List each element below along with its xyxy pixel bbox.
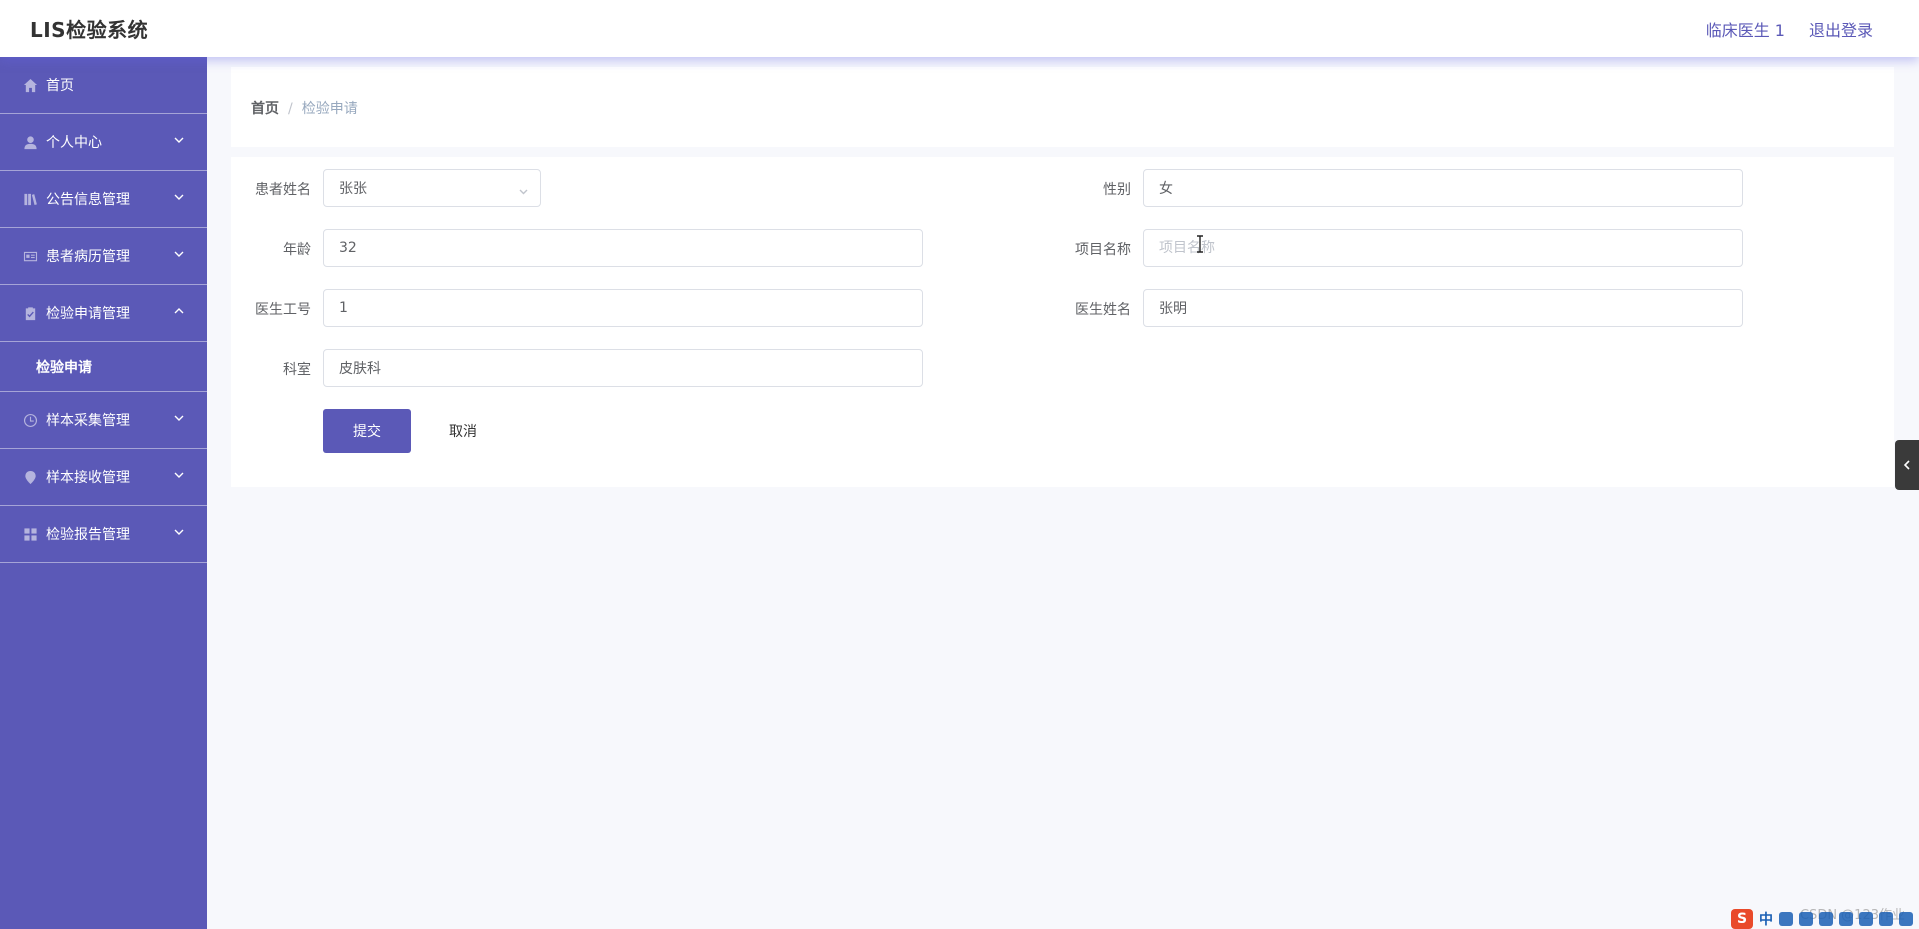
sidebar-item-label: 个人中心 — [46, 135, 102, 151]
project-name-label: 项目名称 — [1075, 242, 1131, 258]
sidebar-item-label: 样本采集管理 — [46, 413, 130, 429]
chevron-down-icon — [173, 134, 185, 146]
grid-icon — [22, 526, 38, 542]
ime-tools-icon[interactable] — [1859, 912, 1873, 926]
submenu-item-test-request[interactable]: 检验申请 — [0, 342, 207, 392]
sidebar-item-announcements[interactable]: 公告信息管理 — [0, 171, 207, 228]
ime-toolbar: S 中 — [1731, 909, 1913, 929]
sidebar-item-label: 患者病历管理 — [46, 249, 130, 265]
gender-input[interactable] — [1143, 169, 1743, 207]
doctor-name-label: 医生姓名 — [1075, 302, 1131, 318]
breadcrumb: 首页 / 检验申请 — [251, 98, 358, 118]
project-name-input[interactable] — [1143, 229, 1743, 267]
chevron-down-icon — [173, 412, 185, 424]
doctor-id-label: 医生工号 — [255, 302, 311, 318]
submit-button[interactable]: 提交 — [323, 409, 411, 453]
breadcrumb-home-link[interactable]: 首页 — [251, 101, 279, 117]
sidebar-item-profile[interactable]: 个人中心 — [0, 114, 207, 171]
patient-name-select[interactable] — [323, 169, 541, 207]
sidebar-item-test-reports[interactable]: 检验报告管理 — [0, 506, 207, 563]
clock-icon — [22, 412, 38, 428]
sidebar-item-sample-receipt[interactable]: 样本接收管理 — [0, 449, 207, 506]
current-user-label[interactable]: 临床医生 1 — [1706, 17, 1785, 41]
ime-mode-indicator[interactable]: 中 — [1759, 909, 1773, 929]
side-panel-toggle[interactable] — [1895, 440, 1919, 490]
location-icon — [22, 469, 38, 485]
sidebar-item-label: 检验申请管理 — [46, 306, 130, 322]
home-icon — [22, 77, 38, 93]
patient-name-input[interactable] — [323, 169, 541, 207]
logout-link[interactable]: 退出登录 — [1809, 17, 1873, 41]
sidebar-item-label: 公告信息管理 — [46, 192, 130, 208]
chevron-left-icon — [1903, 460, 1910, 470]
sidebar-item-test-requests[interactable]: 检验申请管理 — [0, 285, 207, 342]
book-icon — [22, 191, 38, 207]
breadcrumb-separator: / — [288, 101, 293, 117]
id-card-icon — [22, 248, 38, 264]
doctor-id-input[interactable] — [323, 289, 923, 327]
user-icon — [22, 134, 38, 150]
patient-name-label: 患者姓名 — [255, 182, 311, 198]
gender-label: 性别 — [1103, 182, 1131, 198]
ime-keyboard-icon[interactable] — [1839, 912, 1853, 926]
clipboard-icon — [22, 305, 38, 321]
department-input[interactable] — [323, 349, 923, 387]
sidebar-item-home[interactable]: 首页 — [0, 57, 207, 114]
age-label: 年龄 — [283, 242, 311, 258]
sidebar-item-medical-records[interactable]: 患者病历管理 — [0, 228, 207, 285]
top-header: LIS检验系统 临床医生 1 退出登录 — [0, 0, 1919, 57]
app-title: LIS检验系统 — [30, 18, 149, 42]
ime-emoji-icon[interactable] — [1799, 912, 1813, 926]
chevron-down-icon — [173, 469, 185, 481]
age-input[interactable] — [323, 229, 923, 267]
ime-logo-icon[interactable]: S — [1731, 909, 1753, 929]
breadcrumb-current: 检验申请 — [301, 101, 358, 117]
doctor-name-input[interactable] — [1143, 289, 1743, 327]
ime-punctuation-icon[interactable] — [1779, 912, 1793, 926]
sidebar-item-label: 检验报告管理 — [46, 527, 130, 543]
breadcrumb-panel: 首页 / 检验申请 — [231, 67, 1894, 147]
chevron-up-icon — [173, 305, 185, 317]
sidebar-item-sample-collection[interactable]: 样本采集管理 — [0, 392, 207, 449]
chevron-down-icon — [518, 182, 529, 195]
ime-microphone-icon[interactable] — [1819, 912, 1833, 926]
test-request-form: 患者姓名 性别 年龄 项目名称 医生工号 医生姓名 科室 提交 取消 — [231, 157, 1894, 487]
cancel-button[interactable]: 取消 — [433, 409, 493, 453]
department-label: 科室 — [283, 362, 311, 378]
chevron-down-icon — [173, 248, 185, 260]
text-cursor-icon — [1196, 235, 1204, 253]
sidebar-item-label: 样本接收管理 — [46, 470, 130, 486]
ime-skin-icon[interactable] — [1879, 912, 1893, 926]
sidebar-item-label: 首页 — [46, 78, 74, 94]
chevron-down-icon — [173, 191, 185, 203]
sidebar: 首页 个人中心 公告信息管理 患者病历管理 检验申请管理 检验申请 样本采集管理… — [0, 57, 207, 929]
ime-grid-icon[interactable] — [1899, 912, 1913, 926]
chevron-down-icon — [173, 526, 185, 538]
